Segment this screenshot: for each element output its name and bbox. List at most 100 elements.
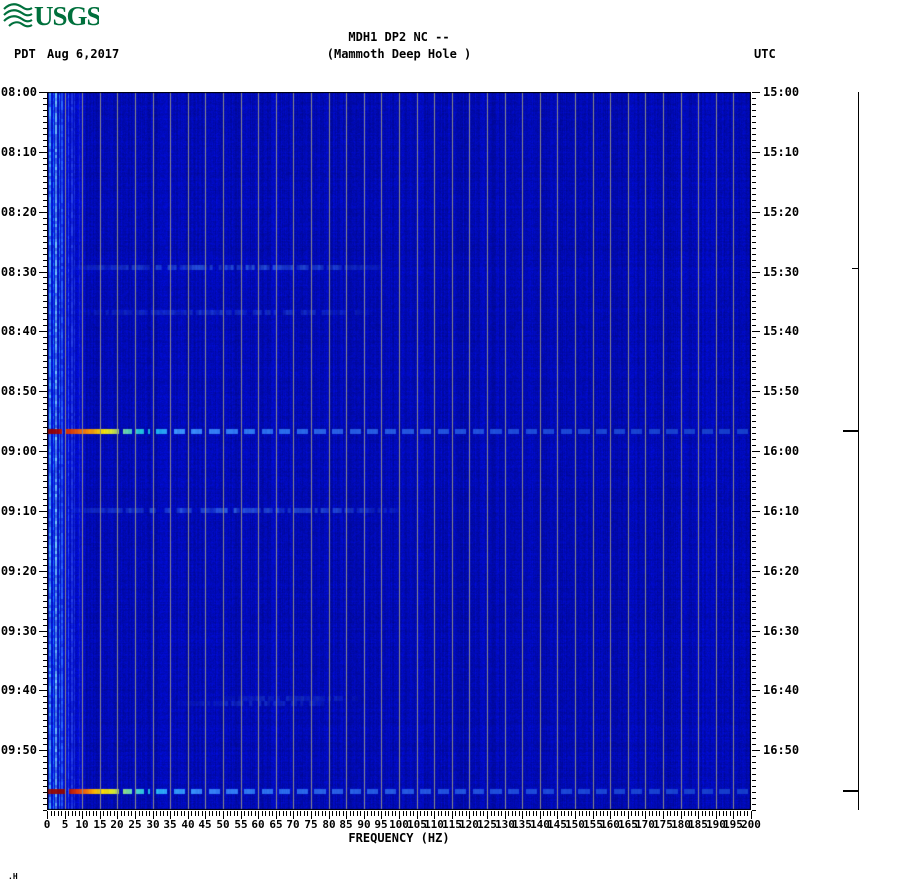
left-axis-minor-tick — [43, 445, 47, 446]
x-axis-minor-tick — [550, 811, 551, 816]
left-axis-minor-tick — [43, 696, 47, 697]
x-axis-minor-tick — [712, 811, 713, 816]
x-axis-minor-tick — [174, 811, 175, 816]
x-axis-minor-tick — [438, 811, 439, 816]
x-axis-minor-tick — [723, 811, 724, 816]
right-axis-minor-tick — [752, 158, 756, 159]
right-axis-minor-tick — [752, 738, 756, 739]
left-axis-minor-tick — [43, 654, 47, 655]
left-axis-minor-tick — [43, 116, 47, 117]
x-axis-minor-tick — [279, 811, 280, 816]
left-axis-major-tick — [39, 690, 47, 691]
x-axis-minor-tick — [536, 811, 537, 816]
right-axis-minor-tick — [752, 589, 756, 590]
left-axis-minor-tick — [43, 660, 47, 661]
right-axis-minor-tick — [752, 242, 756, 243]
x-axis-minor-tick — [244, 811, 245, 816]
left-axis-minor-tick — [43, 666, 47, 667]
x-axis-minor-tick — [406, 811, 407, 816]
left-axis-minor-tick — [43, 206, 47, 207]
amplitude-trace-spike — [843, 790, 858, 792]
x-axis-minor-tick — [300, 811, 301, 816]
left-axis-major-tick — [39, 92, 47, 93]
right-axis-minor-tick — [752, 726, 756, 727]
x-axis-minor-tick — [251, 811, 252, 816]
right-axis-minor-tick — [752, 397, 756, 398]
right-axis-minor-tick — [752, 439, 756, 440]
left-axis-tick-label: 08:00 — [0, 85, 37, 99]
x-axis-minor-tick — [378, 811, 379, 816]
right-axis-minor-tick — [752, 206, 756, 207]
left-axis-minor-tick — [43, 463, 47, 464]
x-axis-tick-label: 40 — [181, 818, 195, 831]
x-axis-minor-tick — [177, 811, 178, 816]
right-axis-minor-tick — [752, 487, 756, 488]
left-axis-minor-tick — [43, 260, 47, 261]
left-axis-minor-tick — [43, 134, 47, 135]
x-axis-minor-tick — [512, 811, 513, 816]
left-axis-tick-label: 09:20 — [0, 564, 37, 578]
x-axis-minor-tick — [167, 811, 168, 816]
x-axis-minor-tick — [163, 811, 164, 816]
right-axis-minor-tick — [752, 774, 756, 775]
left-axis-minor-tick — [43, 295, 47, 296]
x-axis-minor-tick — [142, 811, 143, 816]
left-axis-minor-tick — [43, 254, 47, 255]
x-axis-title: FREQUENCY (HZ) — [348, 831, 450, 845]
x-axis-minor-tick — [455, 811, 456, 816]
x-axis-minor-tick — [265, 811, 266, 816]
right-axis-minor-tick — [752, 140, 756, 141]
left-axis-major-tick — [39, 750, 47, 751]
x-axis-minor-tick — [388, 811, 389, 816]
right-axis-minor-tick — [752, 499, 756, 500]
x-axis-tick-label: 170 — [635, 818, 655, 831]
left-axis-minor-tick — [43, 325, 47, 326]
right-axis-major-tick — [752, 331, 760, 332]
x-axis-tick-label: 110 — [424, 818, 444, 831]
left-axis-minor-tick — [43, 720, 47, 721]
x-axis-minor-tick — [617, 811, 618, 816]
right-axis-minor-tick — [752, 798, 756, 799]
x-axis-minor-tick — [691, 811, 692, 816]
x-axis-minor-tick — [709, 811, 710, 816]
right-axis-minor-tick — [752, 595, 756, 596]
x-axis-minor-tick — [54, 811, 55, 816]
right-axis-minor-tick — [752, 337, 756, 338]
left-axis-minor-tick — [43, 505, 47, 506]
left-axis-minor-tick — [43, 170, 47, 171]
left-axis-minor-tick — [43, 798, 47, 799]
x-axis-minor-tick — [58, 811, 59, 816]
x-axis-minor-tick — [695, 811, 696, 816]
station-title: MDH1 DP2 NC -- — [348, 30, 450, 44]
right-axis-minor-tick — [752, 134, 756, 135]
left-axis-minor-tick — [43, 780, 47, 781]
x-axis-tick-label: 120 — [459, 818, 479, 831]
x-axis-minor-tick — [642, 811, 643, 816]
right-axis-minor-tick — [752, 678, 756, 679]
x-axis-minor-tick — [75, 811, 76, 816]
x-axis-minor-tick — [350, 811, 351, 816]
x-axis-tick-label: 60 — [251, 818, 265, 831]
x-axis-minor-tick — [543, 811, 544, 816]
x-axis-minor-tick — [564, 811, 565, 816]
x-axis-minor-tick — [322, 811, 323, 816]
x-axis-minor-tick — [237, 811, 238, 816]
right-axis-minor-tick — [752, 714, 756, 715]
right-axis-minor-tick — [752, 732, 756, 733]
right-axis-minor-tick — [752, 415, 756, 416]
x-axis-minor-tick — [413, 811, 414, 816]
right-axis-minor-tick — [752, 636, 756, 637]
x-axis-minor-tick — [600, 811, 601, 816]
right-axis-minor-tick — [752, 720, 756, 721]
x-axis-minor-tick — [367, 811, 368, 816]
left-axis-minor-tick — [43, 200, 47, 201]
right-axis-minor-tick — [752, 122, 756, 123]
right-axis-minor-tick — [752, 792, 756, 793]
left-axis-minor-tick — [43, 277, 47, 278]
left-axis-tick-label: 09:00 — [0, 444, 37, 458]
left-axis-minor-tick — [43, 289, 47, 290]
left-axis-minor-tick — [43, 242, 47, 243]
right-axis-minor-tick — [752, 260, 756, 261]
x-axis-minor-tick — [392, 811, 393, 816]
right-axis-minor-tick — [752, 236, 756, 237]
